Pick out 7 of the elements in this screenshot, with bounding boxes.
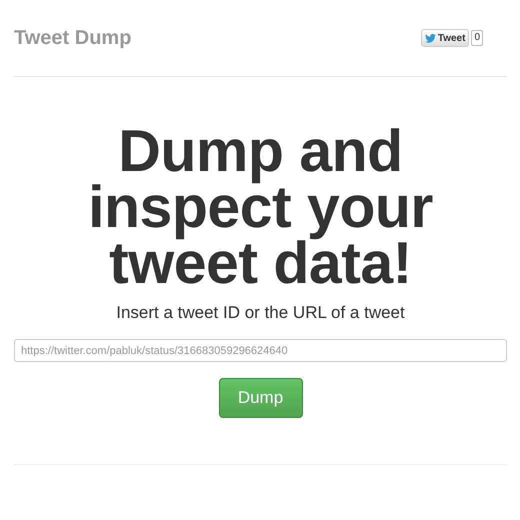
bird-icon (424, 34, 436, 42)
tweet-count: 0 (471, 30, 483, 46)
site-title: Tweet Dump (14, 26, 132, 50)
hero-heading: Dump and inspect your tweet data! (87, 123, 434, 291)
tweet-button[interactable]: Tweet (420, 29, 470, 47)
hero-subtitle: Insert a tweet ID or the URL of a tweet (116, 303, 405, 323)
tweet-url-field[interactable]: https://twitter.com/pabluk/status/316683059296624640 (14, 339, 507, 362)
